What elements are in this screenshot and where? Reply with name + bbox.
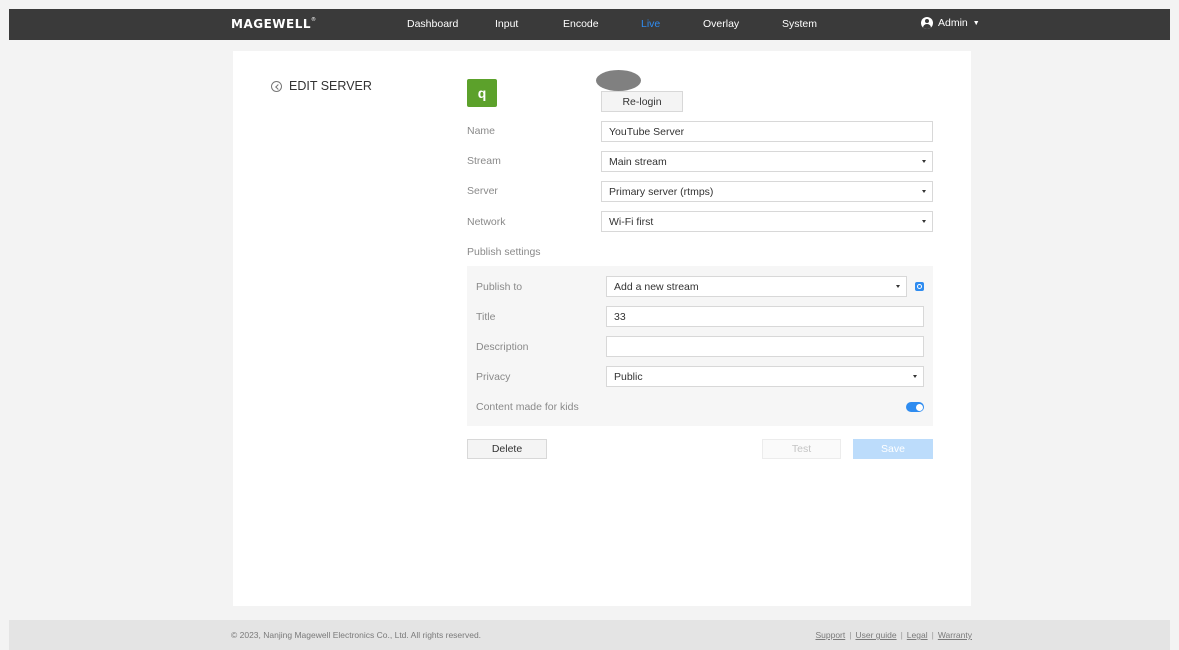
refresh-icon[interactable] — [915, 282, 924, 291]
server-value: Primary server (rtmps) — [609, 185, 714, 198]
user-name: Admin — [938, 17, 968, 29]
nav-input[interactable]: Input — [495, 18, 518, 30]
page-header: EDIT SERVER — [271, 79, 372, 93]
chevron-down-icon — [922, 160, 926, 163]
publish-to-value: Add a new stream — [614, 280, 699, 293]
account-avatar: q — [467, 79, 497, 107]
test-button[interactable]: Test — [762, 439, 841, 459]
publish-to-label: Publish to — [476, 281, 523, 293]
link-separator: | — [900, 630, 903, 640]
network-select[interactable]: Wi-Fi first — [601, 211, 933, 232]
server-label: Server — [467, 185, 498, 197]
nav-dashboard[interactable]: Dashboard — [407, 18, 458, 30]
relogin-button[interactable]: Re-login — [601, 91, 683, 112]
support-link[interactable]: Support — [815, 630, 845, 640]
stream-label: Stream — [467, 155, 501, 167]
nav-encode[interactable]: Encode — [563, 18, 599, 30]
chevron-down-icon — [922, 220, 926, 223]
account-name-redacted — [596, 70, 641, 91]
nav-system[interactable]: System — [782, 18, 817, 30]
name-value: YouTube Server — [609, 125, 685, 138]
chevron-down-icon — [922, 190, 926, 193]
save-button[interactable]: Save — [853, 439, 933, 459]
delete-button[interactable]: Delete — [467, 439, 547, 459]
title-label: Title — [476, 311, 496, 323]
magewell-logo[interactable]: MAGEWELL® — [231, 17, 317, 31]
nav-overlay[interactable]: Overlay — [703, 18, 739, 30]
publish-settings-label: Publish settings — [467, 246, 541, 258]
user-menu[interactable]: Admin ▼ — [921, 17, 980, 29]
footer: © 2023, Nanjing Magewell Electronics Co.… — [9, 620, 1170, 650]
name-label: Name — [467, 125, 496, 137]
chevron-down-icon: ▼ — [972, 19, 980, 27]
back-icon[interactable] — [271, 80, 282, 92]
chevron-down-icon — [913, 375, 917, 378]
footer-links: Support | User guide | Legal | Warranty — [815, 630, 972, 640]
description-input[interactable] — [606, 336, 924, 357]
chevron-down-icon — [896, 285, 900, 288]
kids-label: Content made for kids — [476, 401, 579, 413]
stream-select[interactable]: Main stream — [601, 151, 933, 172]
privacy-label: Privacy — [476, 371, 511, 383]
description-label: Description — [476, 341, 529, 353]
server-select[interactable]: Primary server (rtmps) — [601, 181, 933, 202]
kids-toggle[interactable] — [906, 402, 924, 412]
network-value: Wi-Fi first — [609, 215, 654, 228]
title-value: 33 — [614, 310, 626, 323]
legal-link[interactable]: Legal — [907, 630, 928, 640]
link-separator: | — [849, 630, 852, 640]
link-separator: | — [931, 630, 934, 640]
name-input[interactable]: YouTube Server — [601, 121, 933, 142]
user-guide-link[interactable]: User guide — [855, 630, 896, 640]
stream-value: Main stream — [609, 155, 667, 168]
page-title: EDIT SERVER — [289, 79, 372, 93]
copyright-text: © 2023, Nanjing Magewell Electronics Co.… — [231, 630, 482, 640]
privacy-value: Public — [614, 370, 643, 383]
top-nav-bar: MAGEWELL® Dashboard Input Encode Live Ov… — [9, 9, 1170, 40]
title-input[interactable]: 33 — [606, 306, 924, 327]
user-icon — [921, 17, 933, 29]
nav-live[interactable]: Live — [641, 18, 660, 30]
logo-text: MAGEWELL — [231, 17, 312, 31]
warranty-link[interactable]: Warranty — [938, 630, 972, 640]
logo-registered-mark: ® — [311, 17, 317, 23]
privacy-select[interactable]: Public — [606, 366, 924, 387]
publish-to-select[interactable]: Add a new stream — [606, 276, 907, 297]
network-label: Network — [467, 216, 506, 228]
